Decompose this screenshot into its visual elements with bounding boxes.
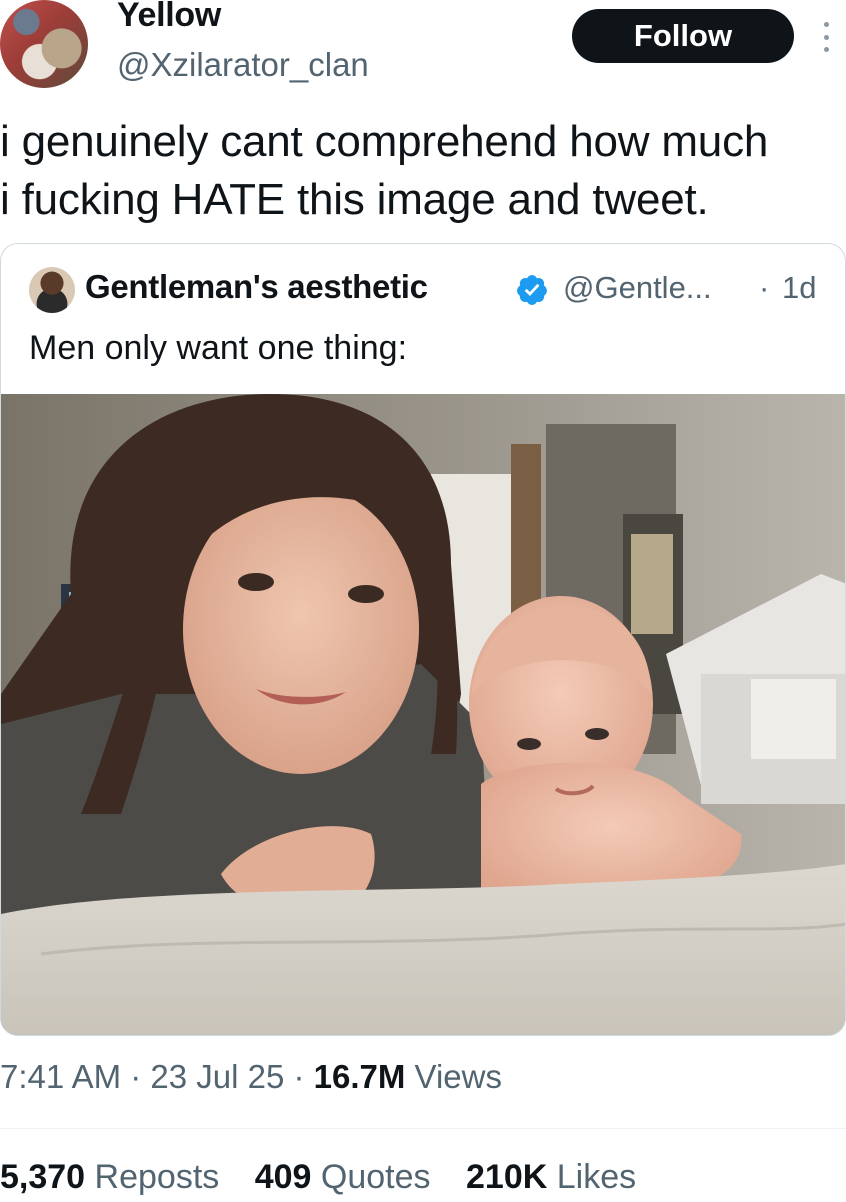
verified-icon [517,275,547,305]
divider [0,1128,846,1129]
quoted-tweet-text: Men only want one thing: [29,329,408,367]
tweet-text-line: i genuinely cant comprehend how much [0,117,769,166]
author-handle[interactable]: @Xzilarator_clan [117,46,369,84]
views-label: Views [405,1058,502,1095]
follow-button[interactable]: Follow [572,9,794,63]
more-icon[interactable] [818,22,834,52]
reposts-count: 5,370 [0,1158,86,1196]
engagement-stats: 5,370 Reposts 409 Quotes 210K Likes [0,1158,662,1197]
separator-dot: · [121,1058,151,1095]
quoted-avatar[interactable] [29,267,75,313]
quoted-timestamp[interactable]: 1d [782,270,816,306]
separator-dot: · [759,270,770,305]
tweet-text-line: i fucking HATE this image and tweet. [0,175,709,224]
tweet-time[interactable]: 7:41 AM [0,1058,121,1095]
tweet-date[interactable]: 23 Jul 25 [150,1058,284,1095]
reposts-label: Reposts [94,1158,220,1196]
likes-label: Likes [556,1158,637,1196]
views-count: 16.7M [313,1058,406,1095]
tweet-meta: 7:41 AM · 23 Jul 25 · 16.7M Views [0,1058,502,1096]
separator-dot: · [284,1058,314,1095]
quoted-photo[interactable] [1,394,846,1035]
quotes-label: Quotes [320,1158,431,1196]
likes-stat[interactable]: 210K Likes [466,1158,636,1196]
likes-count: 210K [466,1158,548,1196]
quotes-count: 409 [254,1158,312,1196]
tweet-text: i genuinely cant comprehend how much i f… [0,113,846,229]
quotes-stat[interactable]: 409 Quotes [255,1158,431,1196]
quoted-tweet[interactable]: Gentleman's aesthetic @Gentle... · 1d Me… [0,243,846,1036]
quoted-author-name: Gentleman's aesthetic [85,268,428,305]
author-name[interactable]: Yellow [117,0,221,35]
author-avatar[interactable] [0,0,88,88]
reposts-stat[interactable]: 5,370 Reposts [0,1158,219,1196]
quoted-author-handle: @Gentle... [563,270,712,305]
